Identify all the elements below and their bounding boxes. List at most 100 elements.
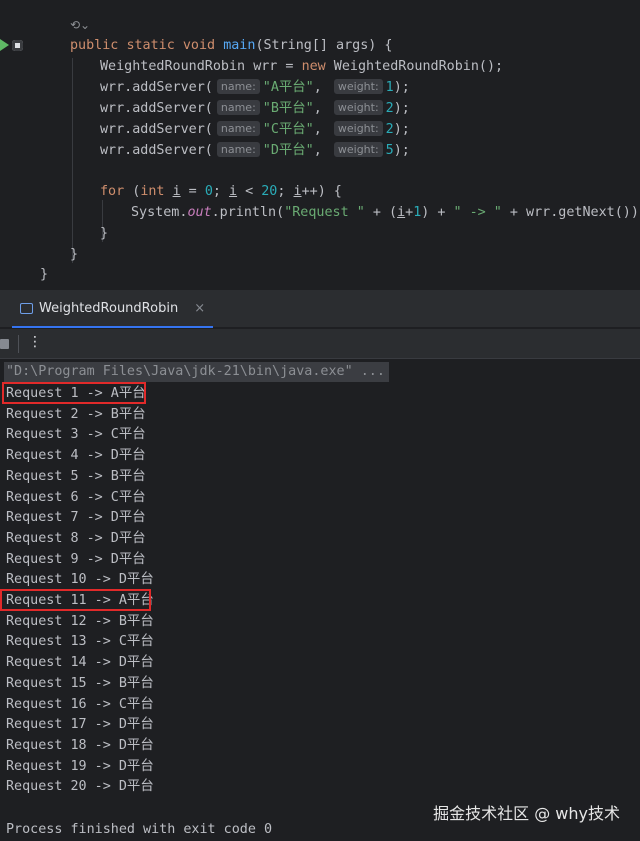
- param-hint: name:: [216, 142, 260, 157]
- method-call: wrr.addServer(: [100, 143, 213, 158]
- punctuation: ;: [277, 184, 294, 199]
- number-literal: 1: [385, 80, 394, 95]
- console-line: Request 5 -> B平台: [6, 468, 146, 484]
- tab-weighted-round-robin[interactable]: WeightedRoundRobin ×: [12, 290, 214, 328]
- param-hint: weight:: [333, 121, 383, 136]
- variable: wrr: [253, 59, 278, 74]
- param-hint: name:: [216, 79, 260, 94]
- punctuation: );: [393, 122, 410, 137]
- brace: }: [70, 247, 79, 262]
- punctuation: );: [393, 80, 410, 95]
- number-literal: 2: [385, 122, 394, 137]
- keyword: for: [100, 184, 125, 199]
- console-line: Request 17 -> D平台: [6, 717, 154, 733]
- console-line: Request 4 -> D平台: [6, 448, 146, 464]
- comma: ,: [313, 80, 330, 95]
- tab-label: WeightedRoundRobin: [39, 300, 179, 316]
- punctuation: );: [393, 143, 410, 158]
- brace: }: [100, 226, 109, 241]
- keyword: void: [182, 38, 216, 53]
- code-line-brace[interactable]: }: [70, 244, 78, 265]
- indent-guide: [72, 58, 73, 263]
- class-name: System.: [131, 205, 188, 220]
- console-icon: [20, 302, 33, 314]
- keyword: public: [70, 38, 119, 53]
- console-line: Request 18 -> D平台: [6, 737, 154, 753]
- run-gutter-icon[interactable]: [0, 39, 9, 51]
- code-line-brace[interactable]: }: [40, 264, 48, 285]
- code-editor[interactable]: ⟲⌄ public static void main(String[] args…: [0, 0, 640, 290]
- code-line-brace[interactable]: }: [100, 223, 108, 244]
- console-output[interactable]: "D:\Program Files\Java\jdk-21\bin\java.e…: [0, 360, 640, 841]
- console-line: Request 9 -> D平台: [6, 551, 146, 567]
- toolbar-divider: [18, 335, 19, 353]
- watermark: 掘金技术社区 @ why技术: [433, 804, 620, 823]
- code-line-add-server[interactable]: wrr.addServer(name: "A平台", weight: 1);: [100, 77, 410, 98]
- console-line: Request 15 -> B平台: [6, 675, 154, 691]
- run-toolbar: ⋮: [0, 329, 640, 359]
- highlight-box-request-11: [0, 589, 151, 611]
- keyword: int: [140, 184, 165, 199]
- code-line-add-server[interactable]: wrr.addServer(name: "B平台", weight: 2);: [100, 98, 410, 119]
- code-line-for-loop[interactable]: for (int i = 0; i < 20; i++) {: [100, 181, 342, 202]
- comma: ,: [313, 143, 330, 158]
- string-literal: " -> ": [453, 205, 502, 220]
- loop-variable: i: [293, 184, 302, 199]
- loop-variable: i: [229, 184, 238, 199]
- comma: ,: [313, 101, 330, 116]
- method-call: wrr.addServer(: [100, 122, 213, 137]
- method-call: wrr.addServer(: [100, 101, 213, 116]
- type-name: WeightedRoundRobin: [100, 59, 246, 74]
- number-literal: 20: [261, 184, 278, 199]
- string-literal: "A平台": [262, 80, 314, 95]
- punctuation: );: [393, 101, 410, 116]
- console-line: Request 6 -> C平台: [6, 489, 146, 505]
- console-line: Request 19 -> D平台: [6, 758, 154, 774]
- keyword: new: [301, 59, 326, 74]
- punctuation: ;: [212, 184, 229, 199]
- breakpoint-icon[interactable]: [12, 40, 23, 51]
- loop-variable: i: [172, 184, 181, 199]
- param-hint: weight:: [333, 100, 383, 115]
- string-literal: "B平台": [262, 101, 314, 116]
- method-params: (String[] args) {: [255, 38, 393, 53]
- param-hint: name:: [216, 121, 260, 136]
- param-hint: weight:: [333, 79, 383, 94]
- code-line-add-server[interactable]: wrr.addServer(name: "D平台", weight: 5);: [100, 140, 410, 161]
- highlight-box-request-1: [2, 382, 146, 404]
- run-tab-bar: WeightedRoundRobin ×: [0, 290, 640, 328]
- operator: <: [237, 184, 262, 199]
- number-literal: 5: [385, 143, 394, 158]
- method-name: main: [223, 38, 256, 53]
- operator: =: [180, 184, 205, 199]
- operator: =: [277, 59, 302, 74]
- code-line-add-server[interactable]: wrr.addServer(name: "C平台", weight: 2);: [100, 119, 410, 140]
- punctuation: ) {: [317, 184, 342, 199]
- more-options-icon[interactable]: ⋮: [28, 334, 42, 350]
- stop-icon[interactable]: [0, 339, 9, 349]
- console-line: Request 16 -> C平台: [6, 696, 154, 712]
- method-call: wrr.addServer(: [100, 80, 213, 95]
- operator: ++: [301, 184, 318, 199]
- operator: ) +: [421, 205, 454, 220]
- comma: ,: [313, 122, 330, 137]
- loop-variable: i: [397, 205, 406, 220]
- exit-message: Process finished with exit code 0: [6, 822, 273, 837]
- punctuation: (: [124, 184, 141, 199]
- close-icon[interactable]: ×: [194, 301, 205, 316]
- code-line-println[interactable]: System.out.println("Request " + (i+1) + …: [131, 202, 640, 223]
- console-line: Request 8 -> D平台: [6, 530, 146, 546]
- console-line: Request 10 -> D平台: [6, 572, 154, 588]
- lambda-hint-icon[interactable]: ⟲⌄: [70, 18, 90, 32]
- string-literal: "D平台": [262, 143, 314, 158]
- console-line: Request 3 -> C平台: [6, 427, 146, 443]
- console-line: Request 13 -> C平台: [6, 634, 154, 650]
- number-literal: 0: [204, 184, 213, 199]
- console-line: Request 20 -> D平台: [6, 779, 154, 795]
- command-line[interactable]: "D:\Program Files\Java\jdk-21\bin\java.e…: [4, 362, 389, 382]
- code-line-signature[interactable]: public static void main(String[] args) {: [70, 35, 393, 56]
- code-line-declaration[interactable]: WeightedRoundRobin wrr = new WeightedRou…: [100, 56, 503, 77]
- string-literal: "C平台": [262, 122, 314, 137]
- operator: + (: [364, 205, 398, 220]
- constructor-call: WeightedRoundRobin();: [325, 59, 504, 74]
